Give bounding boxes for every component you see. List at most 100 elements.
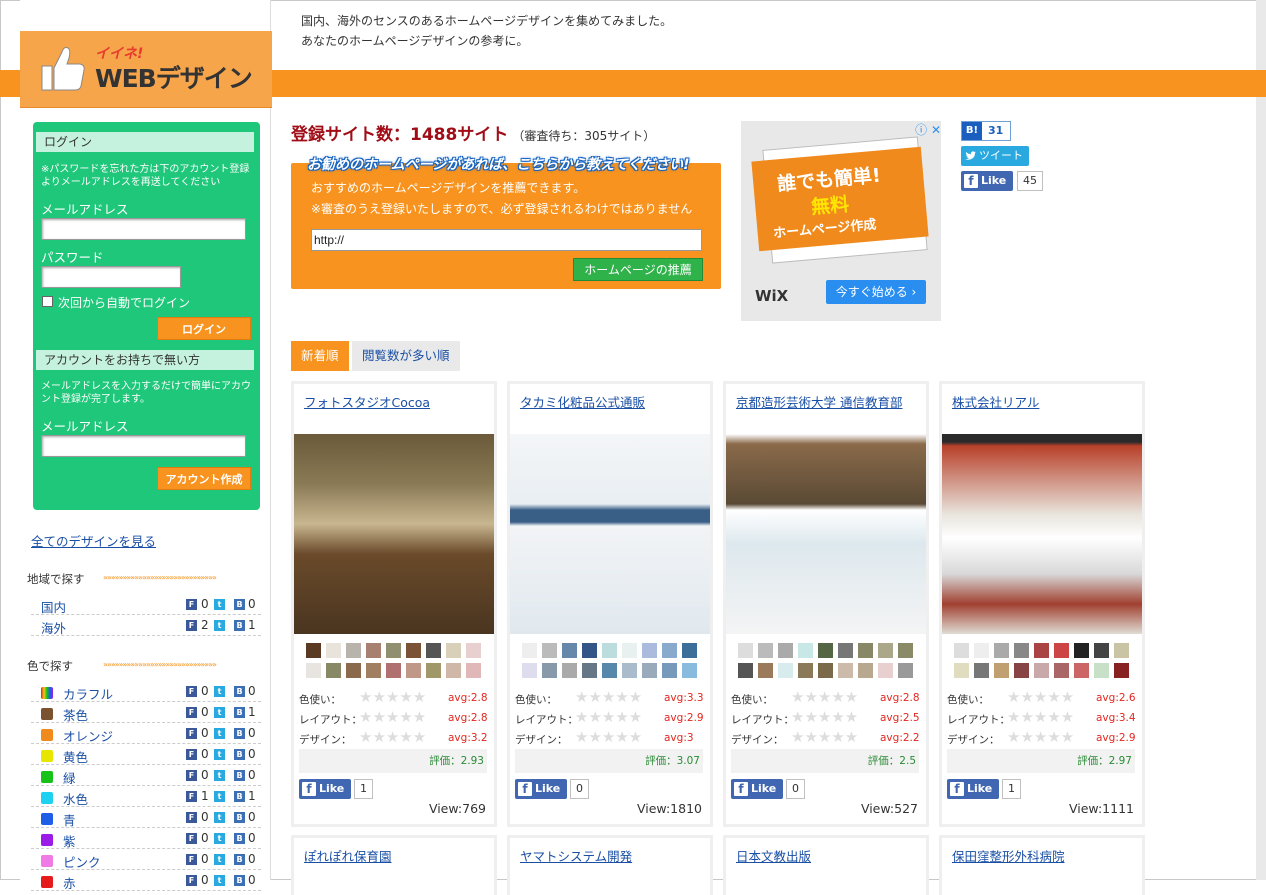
- tab-newest[interactable]: 新着順: [291, 341, 349, 371]
- region-name[interactable]: 海外: [41, 618, 66, 637]
- color-row[interactable]: 青F0tB0: [31, 807, 261, 828]
- star-rating[interactable]: ★★★★★: [1007, 690, 1074, 705]
- star-rating[interactable]: ★★★★★: [1007, 730, 1074, 745]
- star-rating[interactable]: ★★★★★: [791, 730, 858, 745]
- color-name[interactable]: 黄色: [63, 747, 88, 766]
- design-card-title[interactable]: タカミ化粧品公式通販: [520, 392, 645, 411]
- color-name[interactable]: 紫: [63, 831, 76, 850]
- facebook-icon: F: [186, 812, 197, 823]
- signup-email-field[interactable]: [41, 435, 246, 457]
- all-designs-link[interactable]: 全てのデザインを見る: [31, 531, 156, 550]
- rating-average: avg:2.8: [448, 712, 488, 724]
- password-field[interactable]: [41, 266, 181, 288]
- color-row[interactable]: 紫F0tB0: [31, 828, 261, 849]
- color-row[interactable]: 緑F0tB0: [31, 765, 261, 786]
- color-name[interactable]: 茶色: [63, 705, 88, 724]
- overall-score: 評価：2.97: [947, 749, 1135, 773]
- design-screenshot[interactable]: [510, 434, 710, 634]
- palette-swatch: [1114, 643, 1129, 658]
- fb-like-widget[interactable]: f Like 45: [961, 171, 1043, 191]
- design-card-title[interactable]: 保田窪整形外科病院: [952, 846, 1065, 865]
- fb-like-button[interactable]: f Like: [947, 779, 999, 799]
- tab-most-viewed[interactable]: 閲覧数が多い順: [352, 341, 460, 371]
- color-row[interactable]: 茶色 F 0 t B 1: [31, 702, 261, 723]
- hatena-count: 1: [248, 789, 256, 803]
- hatena-count: 0: [248, 597, 256, 611]
- palette-swatch: [662, 663, 677, 678]
- palette-swatch: [974, 643, 989, 658]
- star-rating[interactable]: ★★★★★: [575, 730, 642, 745]
- color-row[interactable]: 赤F0tB0: [31, 870, 261, 891]
- color-row[interactable]: 水色 F 1 t B 1: [31, 786, 261, 807]
- region-name[interactable]: 国内: [41, 597, 66, 616]
- region-row[interactable]: 海外 F 2 t B 1: [31, 615, 261, 636]
- color-row[interactable]: 黄色 F 0 t B 0: [31, 744, 261, 765]
- hatena-icon: B: [234, 875, 245, 886]
- login-email-field[interactable]: [41, 218, 246, 240]
- recommend-url-input[interactable]: [311, 229, 702, 251]
- design-card-title[interactable]: 株式会社リアル: [952, 392, 1039, 411]
- star-rating[interactable]: ★★★★★: [575, 690, 642, 705]
- star-rating[interactable]: ★★★★★: [1007, 710, 1074, 725]
- create-account-button[interactable]: アカウント作成: [157, 467, 251, 490]
- design-card-title[interactable]: 日本文教出版: [736, 846, 811, 865]
- twitter-icon: t: [214, 620, 225, 631]
- fb-like-button[interactable]: f Like: [961, 171, 1013, 191]
- star-rating[interactable]: ★★★★★: [791, 690, 858, 705]
- rating-average: avg:2.9: [1096, 732, 1136, 744]
- design-card-title[interactable]: ヤマトシステム開発: [520, 846, 632, 865]
- color-row[interactable]: オレンジ F 0 t B 0: [31, 723, 261, 744]
- view-count: View:769: [428, 801, 486, 816]
- region-arrows-divider: »»»»»»»»»»»»»»»»»»»»»»»»»»»»»: [103, 573, 217, 582]
- palette-swatch: [738, 643, 753, 658]
- rating-label: デザイン：: [299, 734, 352, 746]
- color-name[interactable]: ピンク: [63, 852, 101, 871]
- facebook-icon: f: [302, 782, 316, 796]
- design-screenshot[interactable]: [942, 434, 1142, 634]
- star-rating[interactable]: ★★★★★: [575, 710, 642, 725]
- color-name[interactable]: 赤: [63, 873, 76, 892]
- color-section-title: 色で探す: [27, 659, 73, 673]
- hatena-count: 1: [248, 618, 256, 632]
- star-rating[interactable]: ★★★★★: [359, 710, 426, 725]
- design-card-title[interactable]: ぽれぽれ保育園: [304, 846, 392, 865]
- design-card-title[interactable]: 京都造形芸術大学 通信教育部: [736, 392, 902, 411]
- pending-count: （審査待ち：305サイト）: [512, 129, 656, 143]
- facebook-icon: f: [964, 174, 978, 188]
- color-name[interactable]: 水色: [63, 789, 88, 808]
- rating-label: 色使い：: [731, 694, 773, 706]
- color-row[interactable]: ピンク F 0 t B 0: [31, 849, 261, 870]
- design-screenshot[interactable]: [294, 434, 494, 634]
- fb-like-button[interactable]: f Like: [731, 779, 783, 799]
- star-rating[interactable]: ★★★★★: [791, 710, 858, 725]
- tweet-button[interactable]: ツイート: [961, 146, 1029, 166]
- hatena-count: 0: [248, 852, 256, 866]
- ad-info-close-icon[interactable]: ⓘ ✕: [911, 121, 941, 137]
- design-card: ヤマトシステム開発: [507, 835, 713, 895]
- wix-ad-banner[interactable]: ⓘ ✕ 誰でも簡単! 無料 ホームページ作成 WiX 今すぐ始める ›: [741, 121, 941, 321]
- hatena-bookmark-button[interactable]: B! 31: [961, 121, 1011, 141]
- palette-swatch: [1074, 663, 1089, 678]
- color-name[interactable]: 青: [63, 810, 76, 829]
- color-row[interactable]: カラフル F 0 t B 0: [31, 681, 261, 702]
- fb-like-button[interactable]: f Like: [299, 779, 351, 799]
- design-screenshot[interactable]: [726, 434, 926, 634]
- region-row[interactable]: 国内 F 0 t B 0: [31, 594, 261, 615]
- fb-like-button[interactable]: f Like: [515, 779, 567, 799]
- color-name[interactable]: 緑: [63, 768, 76, 787]
- color-name[interactable]: オレンジ: [63, 726, 113, 745]
- auto-login-checkbox[interactable]: [42, 296, 53, 307]
- design-card-title[interactable]: フォトスタジオCocoa: [304, 392, 430, 411]
- star-rating[interactable]: ★★★★★: [359, 690, 426, 705]
- site-logo[interactable]: イイネ! WEBデザイン: [20, 31, 272, 108]
- registered-count-label: 登録サイト数：1488サイト: [291, 125, 509, 145]
- rating-label: 色使い：: [515, 694, 557, 706]
- ad-start-button[interactable]: 今すぐ始める ›: [826, 280, 926, 304]
- palette-swatch: [386, 663, 401, 678]
- star-rating[interactable]: ★★★★★: [359, 730, 426, 745]
- recommend-submit-button[interactable]: ホームページの推薦: [573, 258, 703, 281]
- hatena-icon: B: [234, 620, 245, 631]
- login-button[interactable]: ログイン: [157, 317, 251, 340]
- view-count: View:1111: [1068, 801, 1134, 816]
- color-name[interactable]: カラフル: [63, 684, 113, 703]
